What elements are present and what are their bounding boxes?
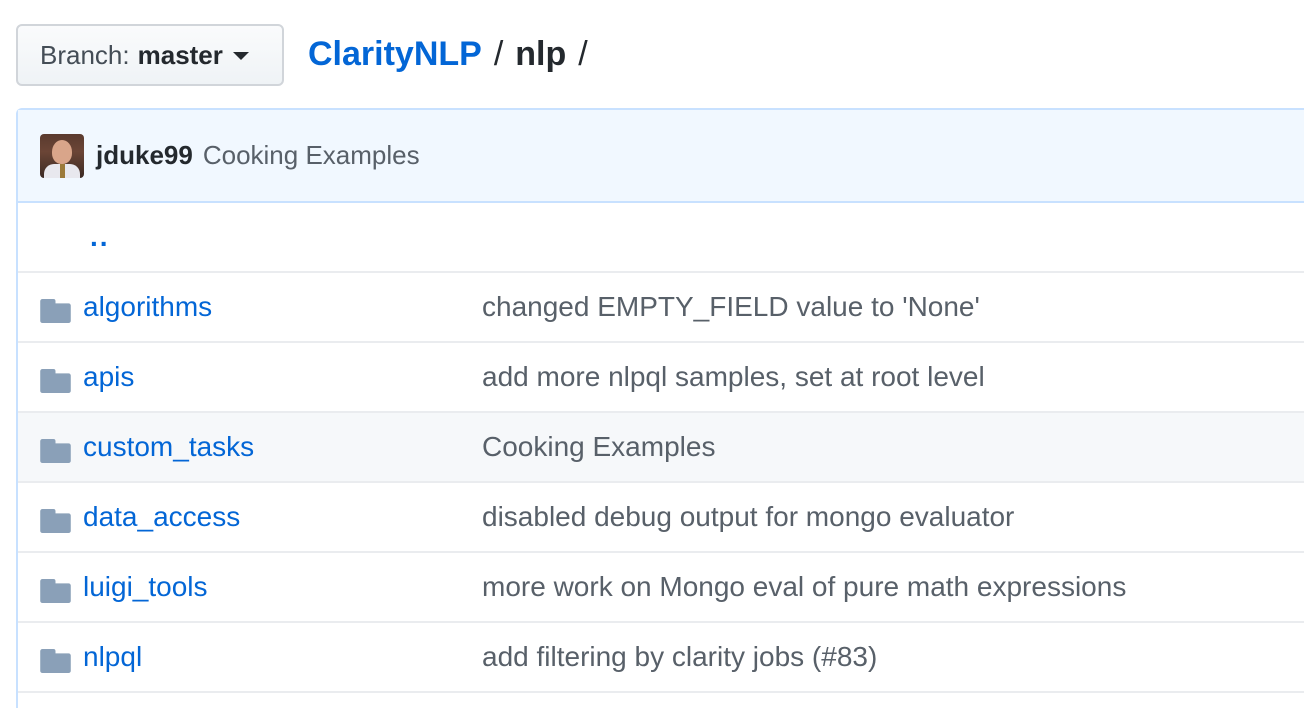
breadcrumb-current-dir: nlp [515, 34, 567, 73]
file-name-link[interactable]: apis [83, 361, 134, 393]
breadcrumb-repo-link[interactable]: ClarityNLP [308, 35, 482, 74]
branch-label: Branch: [40, 39, 130, 70]
file-row: nlpql add filtering by clarity jobs (#83… [18, 623, 1304, 693]
branch-select-button[interactable]: Branch: master [16, 24, 284, 86]
file-commit-message-link[interactable]: Cooking Examples [482, 431, 715, 463]
file-name-link[interactable]: data_access [83, 501, 240, 533]
file-name-link[interactable]: custom_tasks [83, 431, 254, 463]
folder-icon [40, 439, 71, 463]
folder-icon [40, 299, 71, 323]
latest-commit-bar: jduke99 Cooking Examples [18, 110, 1304, 203]
commit-author-link[interactable]: jduke99 [96, 140, 193, 171]
file-listing: jduke99 Cooking Examples .. algorithms c… [16, 108, 1304, 708]
caret-down-icon [232, 52, 249, 60]
file-commit-message-link[interactable]: disabled debug output for mongo evaluato… [482, 501, 1014, 533]
file-row: apis add more nlpql samples, set at root… [18, 343, 1304, 413]
breadcrumb: ClarityNLP / nlp / [308, 30, 600, 78]
folder-icon [40, 509, 71, 533]
parent-directory-link[interactable]: .. [90, 221, 110, 253]
file-navigation: Branch: master ClarityNLP / nlp / [0, 0, 1304, 104]
file-commit-message-link[interactable]: more work on Mongo eval of pure math exp… [482, 571, 1126, 603]
branch-name: master [137, 39, 223, 70]
breadcrumb-separator: / [493, 34, 504, 73]
file-name-link[interactable]: luigi_tools [83, 571, 208, 603]
file-commit-message-link[interactable]: changed EMPTY_FIELD value to 'None' [482, 291, 980, 323]
file-name-link[interactable]: nlpql [83, 641, 142, 673]
file-row: luigi_tools more work on Mongo eval of p… [18, 553, 1304, 623]
folder-icon [40, 369, 71, 393]
folder-icon [40, 649, 71, 673]
file-commit-message-link[interactable]: add filtering by clarity jobs (#83) [482, 641, 877, 673]
folder-icon [40, 579, 71, 603]
file-commit-message-link[interactable]: add more nlpql samples, set at root leve… [482, 361, 985, 393]
file-row: data_access disabled debug output for mo… [18, 483, 1304, 553]
file-row: algorithms changed EMPTY_FIELD value to … [18, 273, 1304, 343]
commit-message-link[interactable]: Cooking Examples [203, 140, 420, 171]
file-name-link[interactable]: algorithms [83, 291, 212, 323]
avatar[interactable] [40, 133, 84, 178]
breadcrumb-separator: / [578, 34, 588, 73]
file-row: custom_tasks Cooking Examples [18, 413, 1304, 483]
parent-directory-row: .. [18, 203, 1304, 273]
